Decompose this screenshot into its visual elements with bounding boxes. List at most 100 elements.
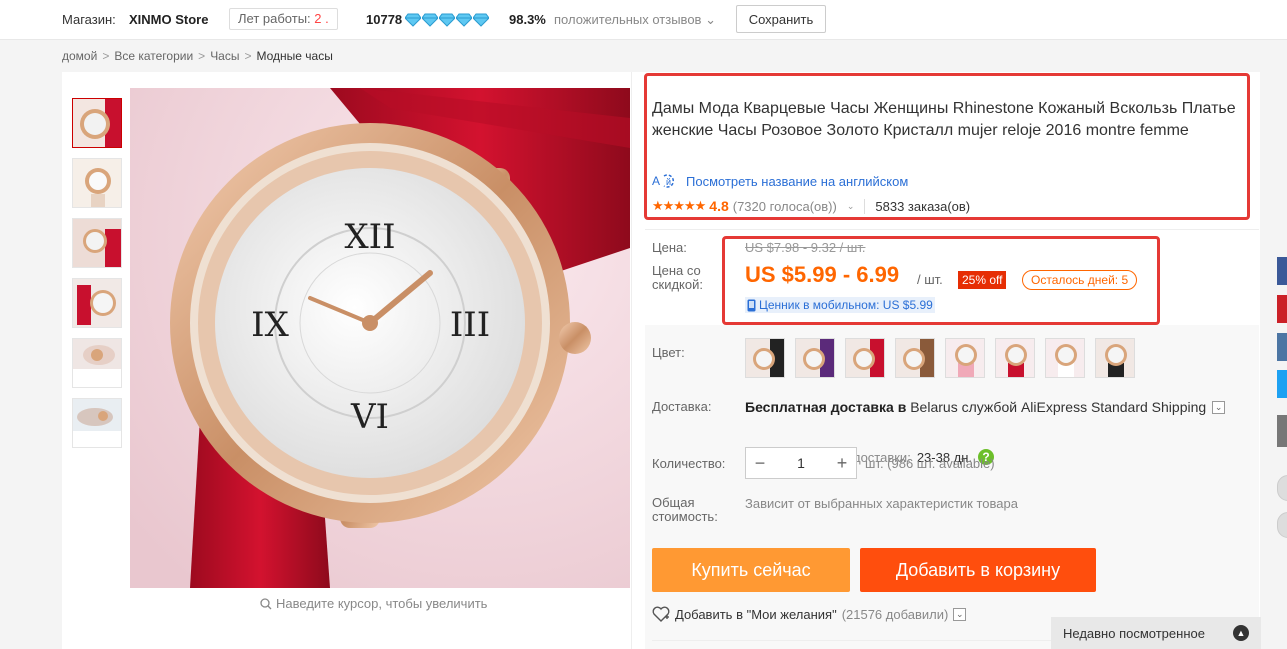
color-swatch-2[interactable] xyxy=(795,338,835,378)
thumbnail-5[interactable] xyxy=(72,338,122,388)
save-store-button[interactable]: Сохранить xyxy=(736,5,826,33)
facebook-share-icon[interactable] xyxy=(1277,257,1287,285)
days-left-badge: Осталось дней: 5 xyxy=(1022,270,1138,290)
rating-stars: ★★★★★ xyxy=(652,198,706,213)
chevron-up-icon[interactable]: ▲ xyxy=(1233,625,1249,641)
translate-icon: Aй xyxy=(652,174,674,188)
more-share-icon[interactable] xyxy=(1277,415,1287,447)
available-stock: шт. (986 шт. available) xyxy=(865,456,995,471)
breadcrumb-separator: > xyxy=(244,49,252,63)
breadcrumb-fashion-watches[interactable]: Модные часы xyxy=(257,49,333,63)
thumbnail-1[interactable] xyxy=(72,98,122,148)
vk-share-icon[interactable] xyxy=(1277,333,1287,361)
chevron-down-icon: ⌄ xyxy=(705,12,716,27)
chevron-down-icon[interactable]: ⌄ xyxy=(847,201,855,212)
column-divider xyxy=(631,72,632,649)
recently-viewed-label: Недавно посмотренное xyxy=(1063,625,1205,641)
svg-text:A: A xyxy=(652,174,660,188)
color-swatch-8[interactable] xyxy=(1095,338,1135,378)
breadcrumb: домой > Все категории > Часы > Модные ча… xyxy=(62,49,333,63)
quantity-input[interactable]: 1 xyxy=(774,448,828,478)
pinterest-share-icon[interactable] xyxy=(1277,295,1287,323)
mobile-phone-icon xyxy=(747,299,756,311)
diamond-icon xyxy=(405,13,421,27)
chevron-down-icon[interactable]: ⌄ xyxy=(953,607,967,621)
original-price: US $7.98 - 9.32 / шт. xyxy=(745,240,866,255)
color-swatch-5[interactable] xyxy=(945,338,985,378)
breadcrumb-watches[interactable]: Часы xyxy=(210,49,239,63)
breadcrumb-home[interactable]: домой xyxy=(62,49,97,63)
shipping-label: Доставка: xyxy=(652,399,712,414)
color-swatch-6[interactable] xyxy=(995,338,1035,378)
buy-now-button[interactable]: Купить сейчас xyxy=(652,548,850,592)
free-shipping-text: Бесплатная доставка в xyxy=(745,399,907,415)
store-score[interactable]: 10778 xyxy=(366,12,402,27)
twitter-share-icon[interactable] xyxy=(1277,370,1287,398)
diamond-icon xyxy=(473,13,489,27)
shipping-destination-text: Belarus службой AliExpress Standard Ship… xyxy=(910,399,1207,415)
breadcrumb-separator: > xyxy=(102,49,110,63)
recently-viewed-bar[interactable]: Недавно посмотренное ▲ xyxy=(1051,617,1261,649)
thumbnail-2[interactable] xyxy=(72,158,122,208)
color-label: Цвет: xyxy=(652,345,685,360)
positive-feedback-label: положительных отзывов xyxy=(554,12,702,27)
diamond-icon xyxy=(439,13,455,27)
divider xyxy=(652,640,1092,641)
discount-price-label: Цена со скидкой: xyxy=(652,263,703,292)
breadcrumb-separator: > xyxy=(198,49,206,63)
quantity-label: Количество: xyxy=(652,456,726,471)
breadcrumb-all-categories[interactable]: Все категории xyxy=(114,49,193,63)
add-to-cart-button[interactable]: Добавить в корзину xyxy=(860,548,1096,592)
wishlist-label: Добавить в "Мои желания" xyxy=(675,606,837,622)
chevron-down-icon[interactable]: ⌄ xyxy=(1212,400,1226,414)
positive-feedback-dropdown[interactable]: положительных отзывов ⌄ xyxy=(554,12,716,28)
thumbnail-6[interactable] xyxy=(72,398,122,448)
product-rating: ★★★★★ 4.8 (7320 голоса(ов)) ⌄ 5833 заказ… xyxy=(652,198,970,214)
color-swatch-7[interactable] xyxy=(1045,338,1085,378)
mobile-price-text: Ценник в мобильном: US $5.99 xyxy=(759,298,933,312)
product-title: Дамы Мода Кварцевые Часы Женщины Rhinest… xyxy=(652,100,1236,139)
discount-badge: 25% off xyxy=(958,271,1007,289)
main-product-image[interactable]: XII VI IX III xyxy=(130,88,630,588)
breadcrumb-bar: домой > Все категории > Часы > Модные ча… xyxy=(0,40,1287,72)
svg-text:III: III xyxy=(450,305,490,345)
total-label: Общая стоимость: xyxy=(652,495,718,524)
sale-price: US $5.99 - 6.99 xyxy=(745,262,900,287)
color-swatch-3[interactable] xyxy=(845,338,885,378)
svg-text:XII: XII xyxy=(344,217,395,257)
store-years-badge: Лет работы: 2 . xyxy=(229,8,338,30)
store-name-link[interactable]: XINMO Store xyxy=(129,12,208,27)
rating-value: 4.8 xyxy=(709,198,729,214)
quantity-increase-button[interactable]: + xyxy=(828,448,856,478)
rating-votes-link[interactable]: (7320 голоса(ов)) xyxy=(733,199,837,214)
store-diamond-rating[interactable] xyxy=(405,13,489,27)
zoom-hint-text: Наведите курсор, чтобы увеличить xyxy=(276,596,488,611)
translate-title-link[interactable]: Aй Посмотреть название на английском xyxy=(652,173,908,189)
svg-text:IX: IX xyxy=(251,305,289,345)
thumbnail-3[interactable] xyxy=(72,218,122,268)
positive-feedback-percent: 98.3% xyxy=(509,12,546,27)
store-years-label: Лет работы: xyxy=(238,11,311,26)
translate-title-label: Посмотреть название на английском xyxy=(686,173,909,189)
color-swatch-1[interactable] xyxy=(745,338,785,378)
color-swatch-4[interactable] xyxy=(895,338,935,378)
svg-text:й: й xyxy=(666,177,671,187)
price-label: Цена: xyxy=(652,240,687,255)
store-years-value: 2 . xyxy=(314,11,329,26)
divider xyxy=(645,229,1259,230)
wishlist-link[interactable]: Добавить в "Мои желания" (21576 добавили… xyxy=(652,606,967,622)
total-value: Зависит от выбранных характеристик товар… xyxy=(745,496,1018,511)
quantity-stepper: − 1 + xyxy=(745,447,857,479)
store-bar: Магазин: XINMO Store Лет работы: 2 . 107… xyxy=(0,0,1287,40)
price-unit: / шт. xyxy=(917,272,943,287)
heart-plus-icon xyxy=(652,606,670,622)
thumbnail-4[interactable] xyxy=(72,278,122,328)
wishlist-count: (21576 добавили) xyxy=(841,606,949,622)
mobile-price-link[interactable]: Ценник в мобильном: US $5.99 xyxy=(745,297,935,313)
quantity-decrease-button[interactable]: − xyxy=(746,448,774,478)
zoom-hint: Наведите курсор, чтобы увеличить xyxy=(260,596,487,611)
diamond-icon xyxy=(456,13,472,27)
magnifier-icon xyxy=(260,597,272,609)
store-label: Магазин: xyxy=(62,12,116,27)
shipping-method[interactable]: Бесплатная доставка в Belarus службой Al… xyxy=(745,399,1226,415)
